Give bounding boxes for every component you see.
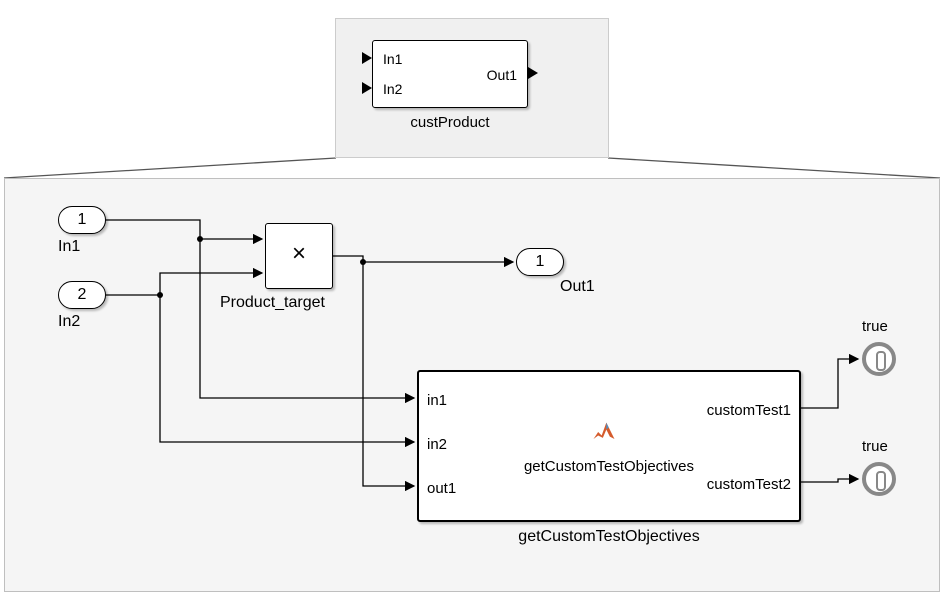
product-target-block[interactable]: × <box>265 223 333 289</box>
product-target-label: Product_target <box>220 294 325 312</box>
inport-2-num: 2 <box>78 286 87 303</box>
top-block-name: custProduct <box>372 114 528 131</box>
terminator-1-label: true <box>862 318 888 335</box>
inport-1-label: In1 <box>58 238 80 256</box>
inport-2-label: In2 <box>58 313 80 331</box>
func-in1: in1 <box>427 392 447 409</box>
matlab-icon <box>590 418 618 446</box>
func-in2: in2 <box>427 436 447 453</box>
outport-1[interactable]: 1 <box>516 248 564 276</box>
func-out1: out1 <box>427 480 456 497</box>
top-out1-label: Out1 <box>487 67 517 83</box>
inport-1[interactable]: 1 <box>58 206 106 234</box>
cust-product-block[interactable]: In1 In2 Out1 <box>372 40 528 108</box>
top-in2-label: In2 <box>383 81 402 97</box>
func-ct1: customTest1 <box>707 402 791 419</box>
func-inner-text: getCustomTestObjectives <box>474 458 744 475</box>
func-block-name: getCustomTestObjectives <box>417 528 801 546</box>
matlab-function-block[interactable]: in1 in2 out1 customTest1 customTest2 get… <box>417 370 801 522</box>
top-in1-label: In1 <box>383 51 402 67</box>
top-in2-arrow-icon <box>362 82 372 94</box>
top-in1-arrow-icon <box>362 52 372 64</box>
inport-2[interactable]: 2 <box>58 281 106 309</box>
outport-1-num: 1 <box>536 253 545 270</box>
terminator-1-icon[interactable] <box>862 342 896 376</box>
func-ct2: customTest2 <box>707 476 791 493</box>
inport-1-num: 1 <box>78 211 87 228</box>
terminator-2-label: true <box>862 438 888 455</box>
top-out1-arrow-icon <box>528 67 538 79</box>
product-symbol: × <box>292 240 306 267</box>
outport-1-label: Out1 <box>560 278 595 296</box>
terminator-2-icon[interactable] <box>862 462 896 496</box>
